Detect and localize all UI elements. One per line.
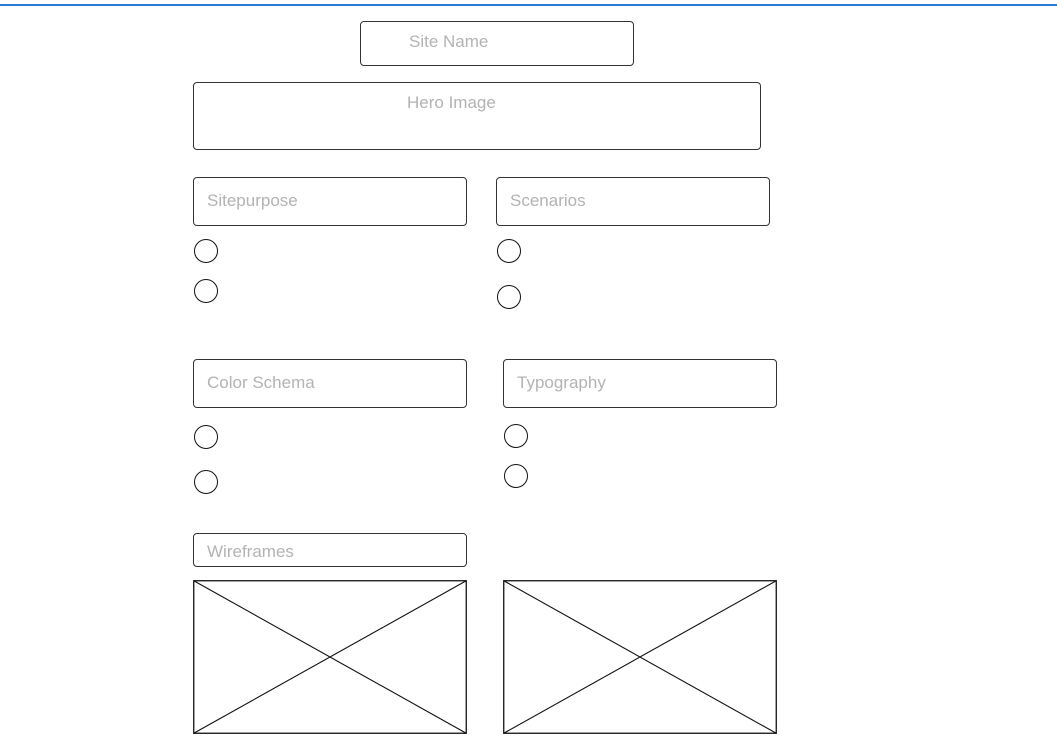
- site-name-field[interactable]: Site Name: [360, 21, 634, 66]
- scenarios-field[interactable]: Scenarios: [496, 177, 770, 226]
- site-purpose-label: Sitepurpose: [207, 191, 298, 210]
- image-placeholder-icon: [193, 580, 467, 734]
- hero-image-box[interactable]: Hero Image: [193, 82, 761, 150]
- site-purpose-radio-icon[interactable]: [194, 239, 218, 263]
- scenarios-radio-icon[interactable]: [497, 239, 521, 263]
- typography-radio-icon[interactable]: [504, 464, 528, 488]
- color-schema-label: Color Schema: [207, 373, 315, 392]
- typography-radio-icon[interactable]: [504, 424, 528, 448]
- image-placeholder-icon: [503, 580, 777, 734]
- wireframes-label: Wireframes: [207, 542, 294, 561]
- top-accent-line: [0, 4, 1057, 6]
- color-schema-radio-icon[interactable]: [194, 470, 218, 494]
- site-name-label: Site Name: [409, 32, 489, 51]
- site-purpose-field[interactable]: Sitepurpose: [193, 177, 467, 226]
- color-schema-field[interactable]: Color Schema: [193, 359, 467, 408]
- hero-image-label: Hero Image: [407, 93, 496, 112]
- scenarios-label: Scenarios: [510, 191, 586, 210]
- typography-field[interactable]: Typography: [503, 359, 777, 408]
- site-purpose-radio-icon[interactable]: [194, 279, 218, 303]
- color-schema-radio-icon[interactable]: [194, 425, 218, 449]
- typography-label: Typography: [517, 373, 606, 392]
- wireframes-field[interactable]: Wireframes: [193, 533, 467, 567]
- scenarios-radio-icon[interactable]: [497, 285, 521, 309]
